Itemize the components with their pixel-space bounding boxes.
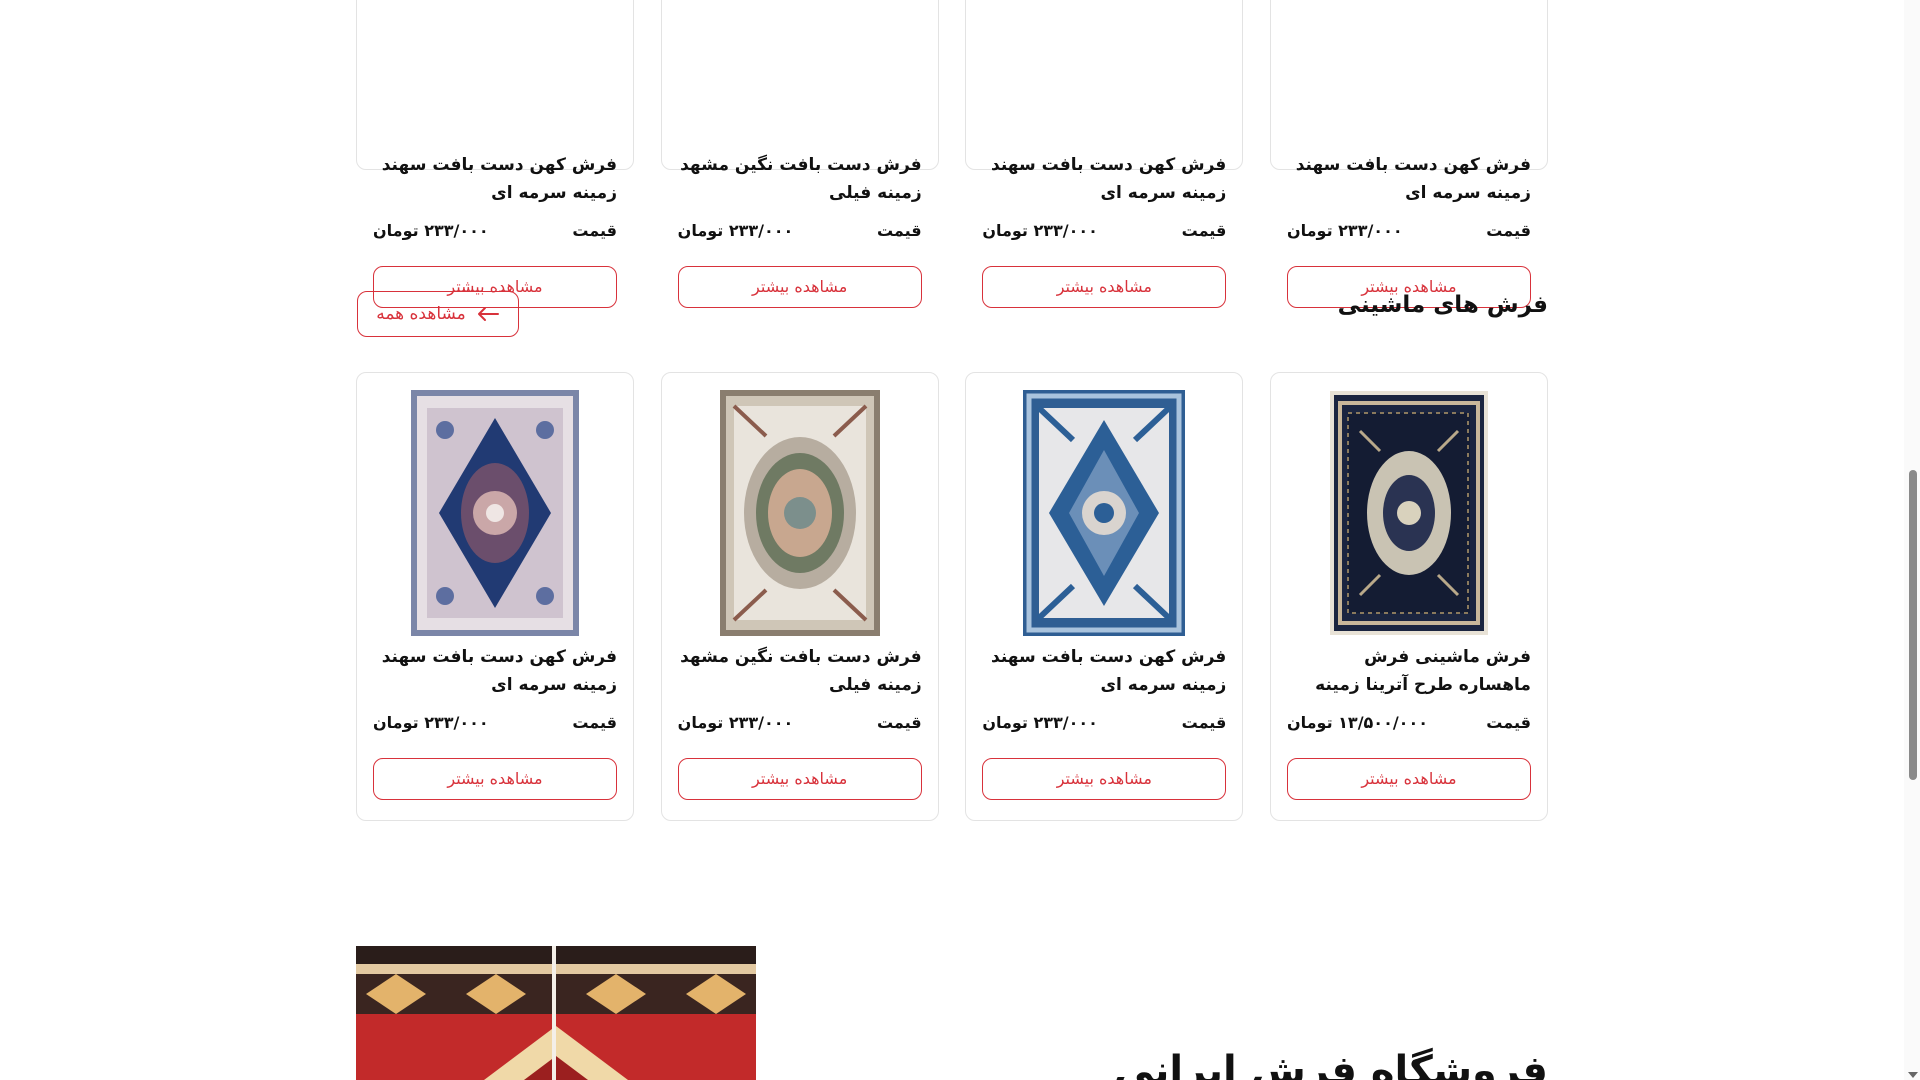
product-row-top: فرش کهن دست بافت سهند زمینه سرمه ای قیمت…	[356, 0, 1548, 308]
view-more-button[interactable]: مشاهده بیشتر	[982, 758, 1227, 800]
product-title[interactable]: فرش دست بافت نگین مشهد زمینه فیلی	[678, 151, 922, 207]
price-label: قیمت	[572, 221, 617, 240]
product-title[interactable]: فرش ماشینی فرش ماهساره طرح آترینا زمینه …	[1287, 643, 1531, 699]
product-card: فرش کهن دست بافت سهند زمینه سرمه ای قیمت…	[356, 372, 634, 821]
navy-rug-image	[1329, 391, 1488, 635]
price-label: قیمت	[1486, 713, 1531, 732]
price-label: قیمت	[1486, 221, 1531, 240]
price-line: قیمت ۲۳۳/۰۰۰ تومان	[373, 713, 617, 732]
cream-rug-image	[719, 390, 880, 636]
price-line: قیمت ۲۳۳/۰۰۰ تومان	[373, 221, 617, 240]
view-more-button[interactable]: مشاهده بیشتر	[982, 266, 1227, 308]
price-line: قیمت ۲۳۳/۰۰۰ تومان	[678, 221, 922, 240]
see-all-label: مشاهده همه	[376, 304, 466, 324]
price-label: قیمت	[876, 713, 922, 732]
product-image[interactable]	[373, 0, 617, 145]
price-label: قیمت	[1181, 713, 1227, 732]
banner-rug-image	[356, 946, 756, 1080]
scrollbar[interactable]	[1904, 0, 1920, 1080]
view-more-button[interactable]: مشاهده بیشتر	[1286, 758, 1531, 800]
blue-rug-image	[1023, 390, 1186, 636]
product-title[interactable]: فرش دست بافت نگین مشهد زمینه فیلی	[678, 643, 922, 699]
product-card: فرش دست بافت نگین مشهد زمینه فیلی قیمت ۲…	[660, 372, 939, 821]
price-value: ۲۳۳/۰۰۰ تومان	[373, 221, 489, 240]
price-line: قیمت ۲۳۳/۰۰۰ تومان	[982, 713, 1226, 732]
product-title[interactable]: فرش کهن دست بافت سهند زمینه سرمه ای	[373, 643, 617, 699]
see-all-button[interactable]: مشاهده همه	[357, 291, 519, 337]
price-line: قیمت ۲۳۳/۰۰۰ تومان	[982, 221, 1226, 240]
section-title: فرش های ماشینی	[1337, 292, 1548, 318]
product-card: فرش کهن دست بافت سهند زمینه سرمه ای قیمت…	[965, 0, 1244, 308]
product-card: فرش دست بافت نگین مشهد زمینه فیلی قیمت ۲…	[660, 0, 939, 308]
arrow-left-icon	[476, 306, 500, 322]
product-image[interactable]	[982, 389, 1226, 637]
view-more-button[interactable]: مشاهده بیشتر	[677, 266, 922, 308]
product-image[interactable]	[678, 389, 922, 637]
price-line: قیمت ۲۳۳/۰۰۰ تومان	[678, 713, 922, 732]
product-title[interactable]: فرش کهن دست بافت سهند زمینه سرمه ای	[982, 151, 1226, 207]
price-value: ۲۳۳/۰۰۰ تومان	[1286, 221, 1403, 240]
product-row-machine: فرش ماشینی فرش ماهساره طرح آترینا زمینه …	[356, 372, 1548, 821]
product-image[interactable]	[373, 389, 617, 637]
price-value: ۲۳۳/۰۰۰ تومان	[982, 713, 1098, 732]
price-value: ۲۳۳/۰۰۰ تومان	[677, 713, 794, 732]
product-image[interactable]	[1287, 389, 1531, 637]
product-card: فرش کهن دست بافت سهند زمینه سرمه ای قیمت…	[965, 372, 1244, 821]
view-more-button[interactable]: مشاهده بیشتر	[373, 758, 617, 800]
product-card: فرش ماشینی فرش ماهساره طرح آترینا زمینه …	[1269, 372, 1548, 821]
price-line: قیمت ۲۳۳/۰۰۰ تومان	[1287, 221, 1531, 240]
price-value: ۲۳۳/۰۰۰ تومان	[677, 221, 794, 240]
price-value: ۲۳۳/۰۰۰ تومان	[982, 221, 1098, 240]
price-label: قیمت	[572, 713, 617, 732]
price-line: قیمت ۱۳/۵۰۰/۰۰۰ تومان	[1287, 713, 1531, 732]
price-value: ۱۳/۵۰۰/۰۰۰ تومان	[1286, 713, 1428, 732]
product-image[interactable]	[678, 0, 922, 145]
banner-heading: فروشگاه فرش ایرانی	[1113, 1048, 1548, 1080]
scroll-down-arrow-icon[interactable]	[1908, 1072, 1918, 1078]
price-value: ۲۳۳/۰۰۰ تومان	[373, 713, 489, 732]
product-card: فرش کهن دست بافت سهند زمینه سرمه ای قیمت…	[1269, 0, 1548, 308]
scrollbar-thumb[interactable]	[1909, 470, 1917, 780]
product-title[interactable]: فرش کهن دست بافت سهند زمینه سرمه ای	[982, 643, 1226, 699]
price-label: قیمت	[1181, 221, 1227, 240]
product-image[interactable]	[982, 0, 1226, 145]
product-card: فرش کهن دست بافت سهند زمینه سرمه ای قیمت…	[356, 0, 634, 308]
product-title[interactable]: فرش کهن دست بافت سهند زمینه سرمه ای	[373, 151, 617, 207]
view-more-button[interactable]: مشاهده بیشتر	[677, 758, 922, 800]
ivory-rug-image	[411, 390, 579, 636]
product-title[interactable]: فرش کهن دست بافت سهند زمینه سرمه ای	[1287, 151, 1531, 207]
product-image[interactable]	[1287, 0, 1531, 145]
page: فرش کهن دست بافت سهند زمینه سرمه ای قیمت…	[0, 0, 1920, 1080]
price-label: قیمت	[876, 221, 922, 240]
